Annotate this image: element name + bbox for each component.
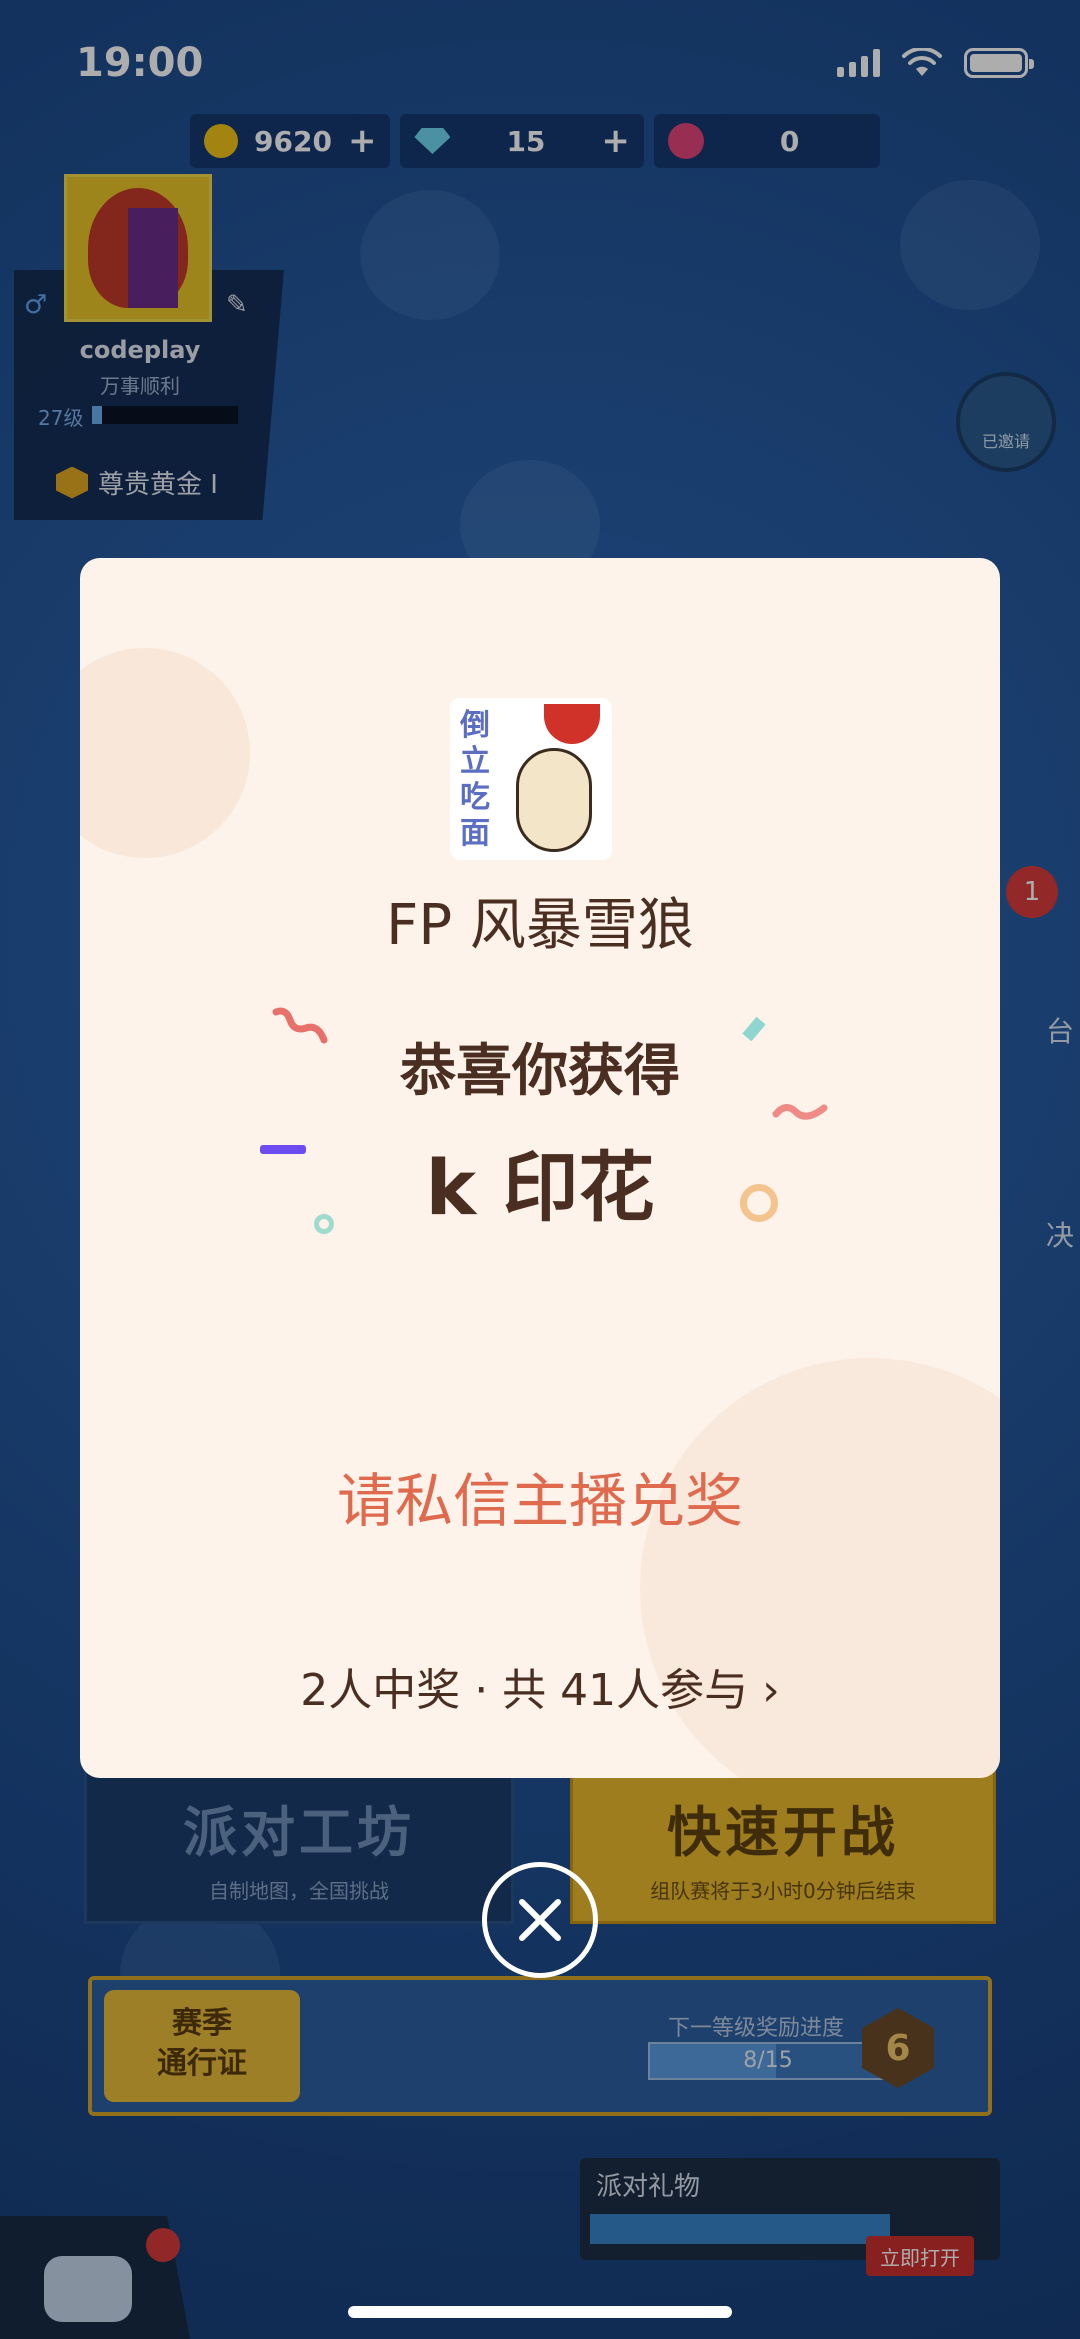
close-modal-button[interactable] — [482, 1862, 598, 1978]
close-icon — [519, 1899, 561, 1941]
streamer-name: FP 风暴雪狼 — [386, 893, 694, 958]
claim-instructions: 请私信主播兑奖 — [336, 1467, 743, 1535]
prize-sticker-text: 倒立吃面 — [460, 708, 490, 851]
winners-summary-link[interactable]: 2人中奖 · 共 41人参与 › — [80, 1654, 1000, 1718]
upside-down-character-icon — [516, 748, 592, 852]
prize-name: k 印花 — [425, 1143, 655, 1232]
prize-sticker-image: 倒立吃面 — [450, 698, 612, 860]
modal-decoration — [80, 648, 250, 858]
noodle-bowl-icon — [544, 704, 600, 744]
prize-modal: 倒立吃面 FP 风暴雪狼 恭喜你获得 k 印花 请私信主播兑奖 2人中奖 · 共… — [80, 558, 1000, 1778]
home-indicator[interactable] — [348, 2306, 732, 2318]
congrats-text: 恭喜你获得 — [400, 1039, 680, 1104]
